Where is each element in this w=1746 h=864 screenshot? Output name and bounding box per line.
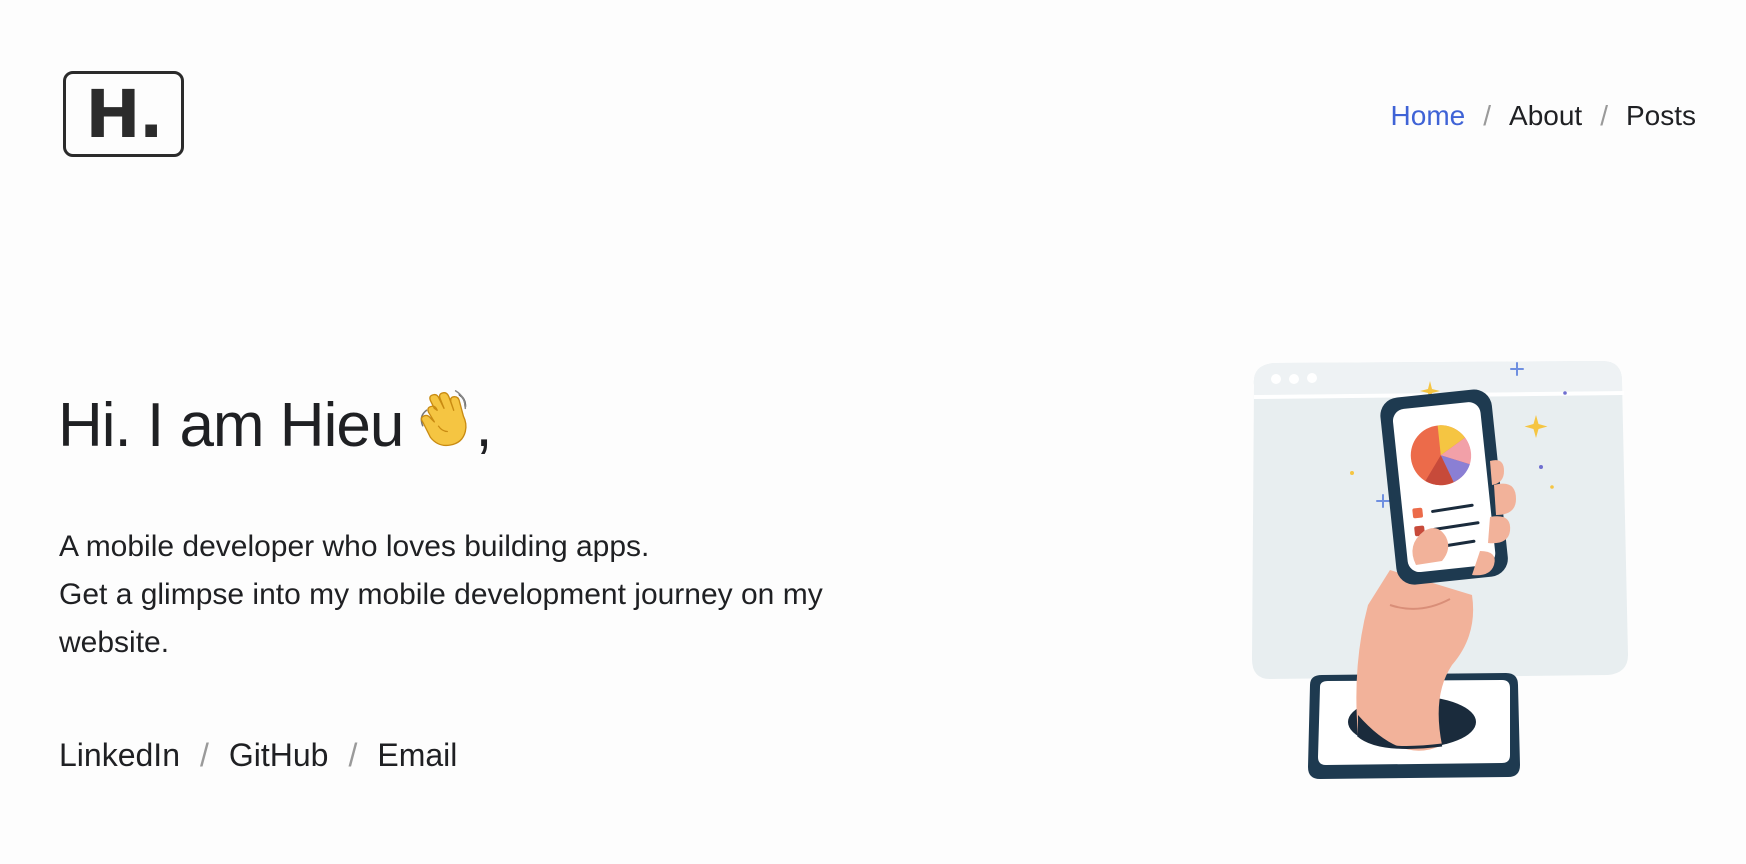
- hero-illustration: [1252, 361, 1628, 779]
- waving-hand-icon: [420, 390, 467, 447]
- email-link[interactable]: Email: [377, 737, 457, 774]
- intro-line-1: A mobile developer who loves building ap…: [59, 530, 650, 563]
- nav-separator: /: [1600, 100, 1608, 131]
- nav-about-link[interactable]: About: [1509, 100, 1582, 132]
- social-separator: /: [348, 737, 358, 773]
- nav-separator: /: [1483, 100, 1492, 131]
- greeting-text: Hi. I am Hieu: [58, 391, 404, 460]
- nav-home-link[interactable]: Home: [1391, 100, 1466, 132]
- linkedin-link[interactable]: LinkedIn: [59, 737, 180, 774]
- social-separator: /: [199, 737, 209, 773]
- hero-title: Hi. I am Hieu ,: [58, 386, 493, 462]
- social-links: LinkedIn / GitHub / Email: [59, 737, 457, 774]
- logo-text: H.: [85, 76, 163, 153]
- main-nav: Home / About / Posts: [1391, 100, 1696, 132]
- greeting-comma: ,: [475, 391, 492, 460]
- intro-text: A mobile developer who loves building ap…: [59, 523, 919, 667]
- github-link[interactable]: GitHub: [229, 737, 329, 774]
- site-logo[interactable]: H.: [63, 71, 184, 157]
- intro-line-2: Get a glimpse into my mobile development…: [59, 578, 823, 659]
- nav-posts-link[interactable]: Posts: [1626, 100, 1696, 132]
